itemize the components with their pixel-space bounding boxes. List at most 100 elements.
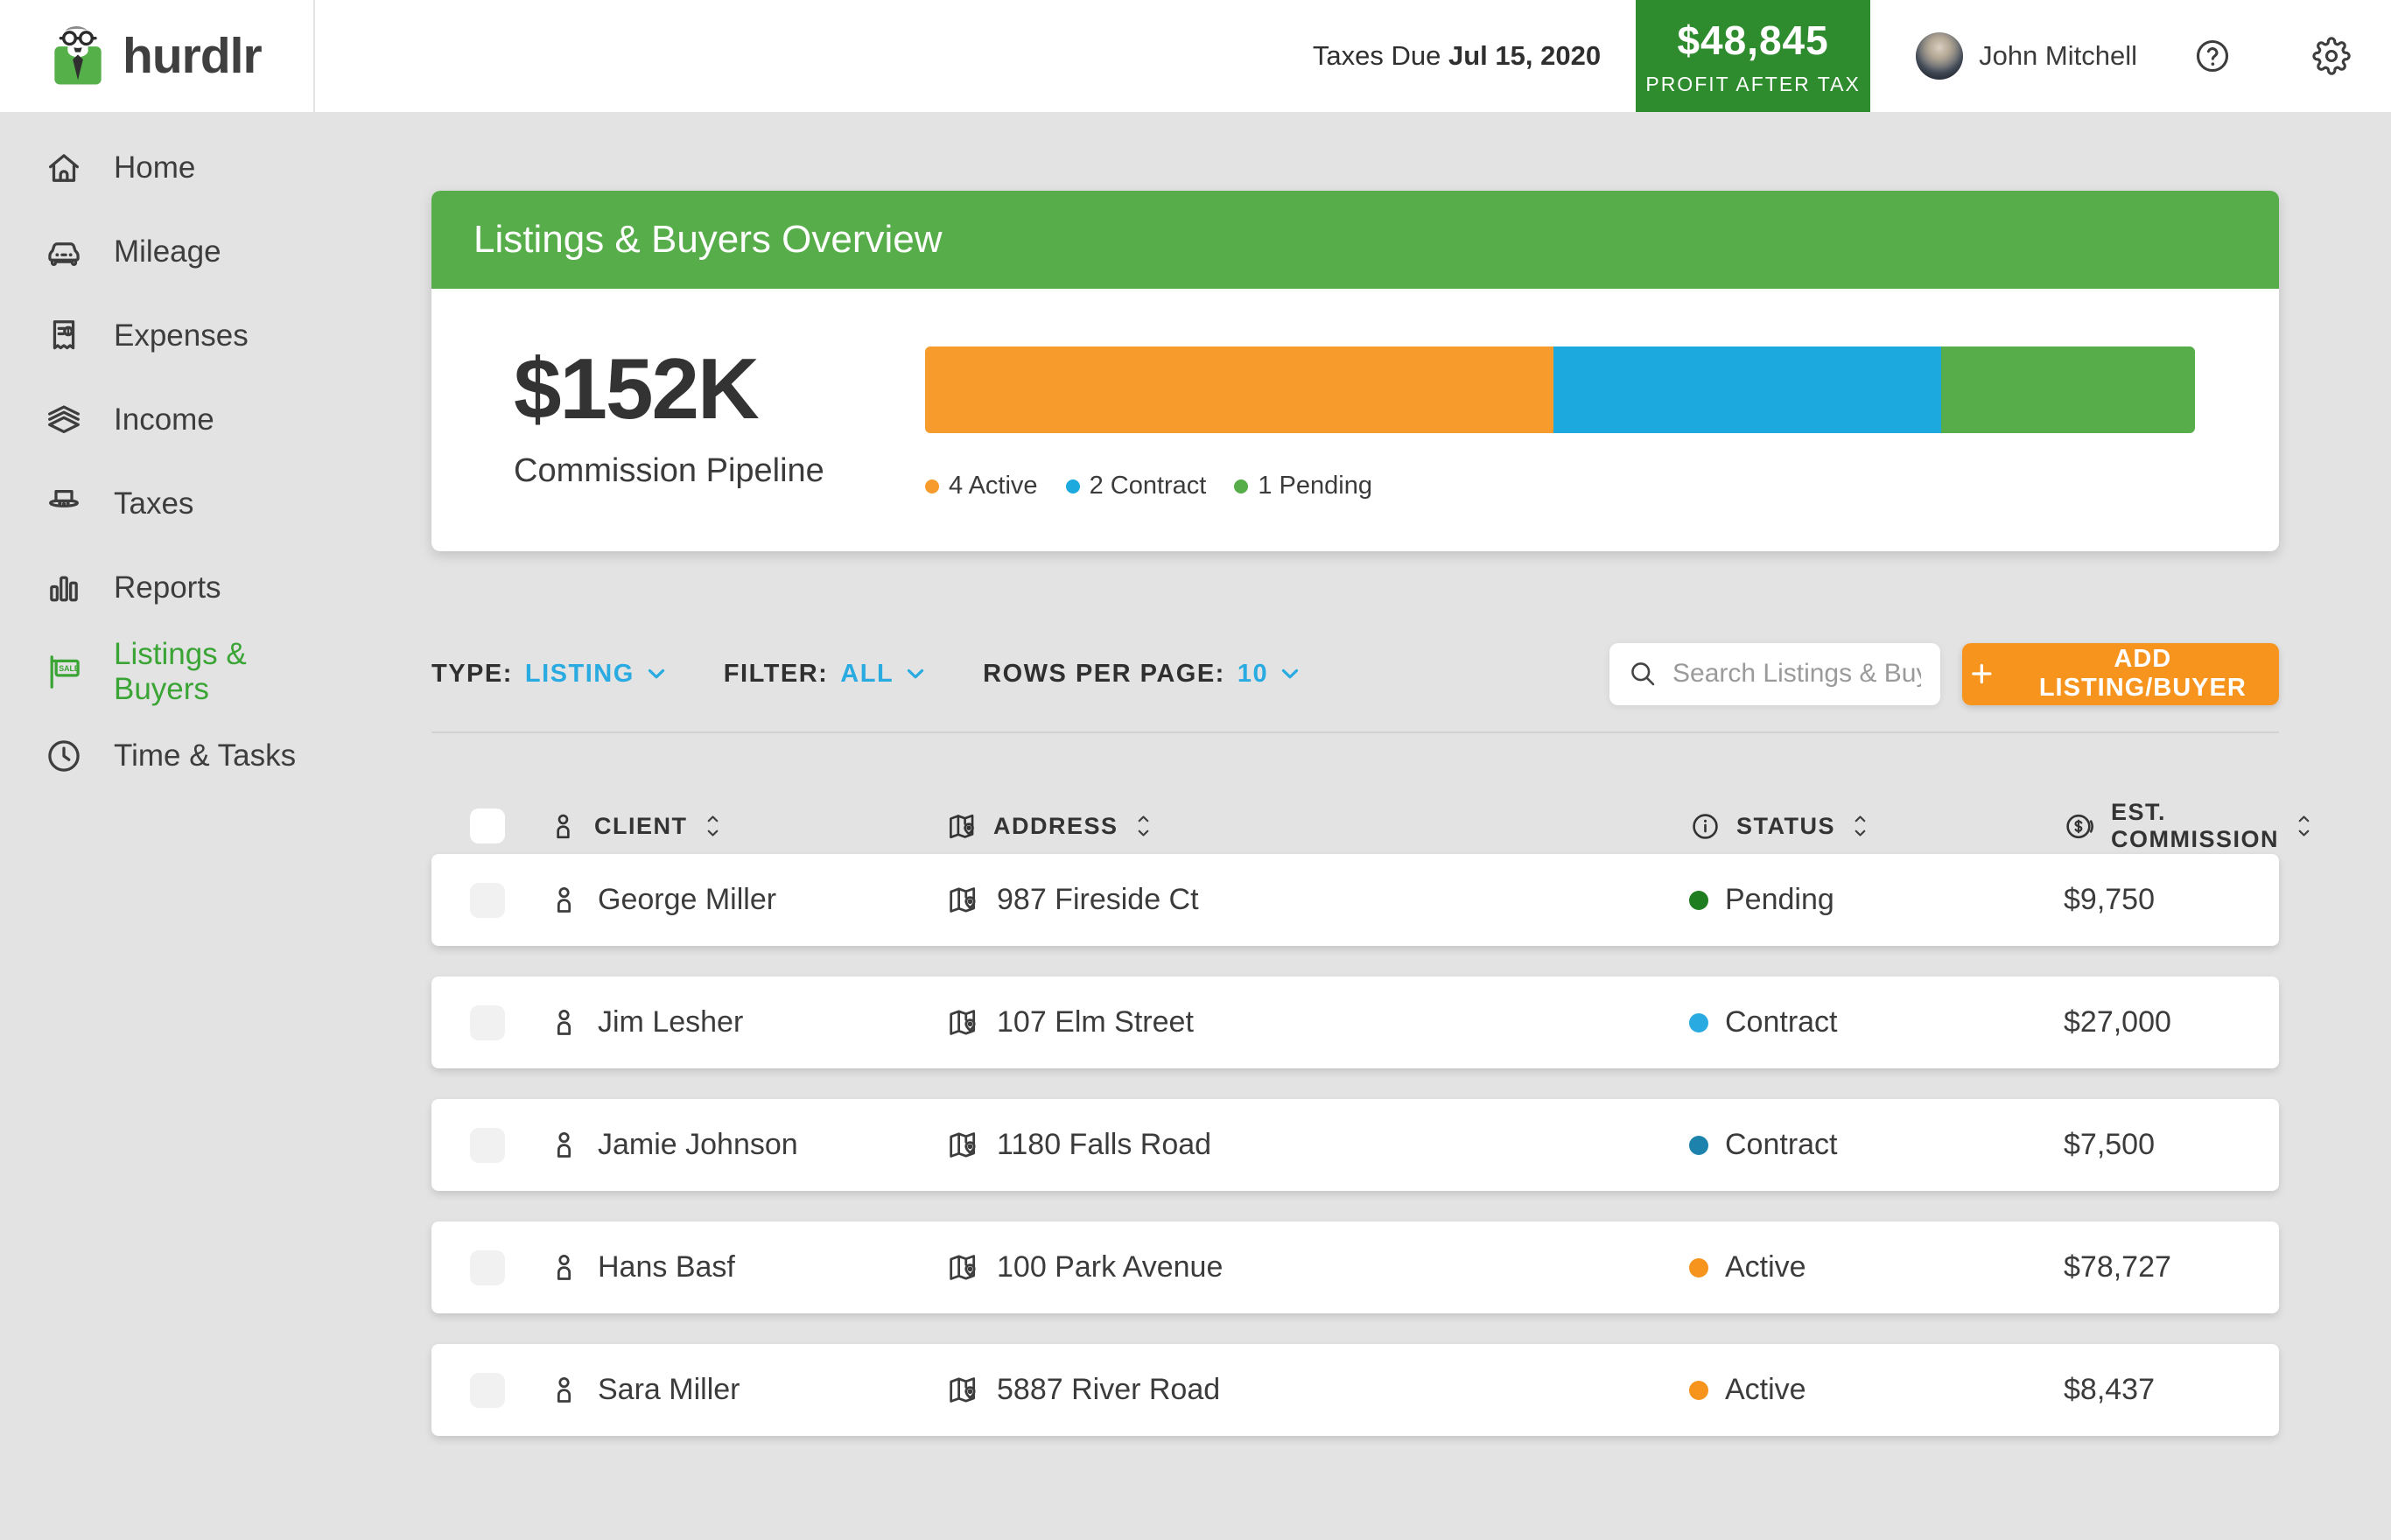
table-body: George Miller 987 Fireside Ct Pending $9… bbox=[431, 854, 2279, 1436]
table-row[interactable]: Sara Miller 5887 River Road Active $8,43… bbox=[431, 1344, 2279, 1436]
commission-cell: $9,750 bbox=[2064, 883, 2282, 917]
status-dot bbox=[1689, 1013, 1708, 1032]
column-header-address[interactable]: ADDRESS bbox=[946, 810, 1689, 843]
map-pin-icon bbox=[946, 1250, 980, 1284]
taxes-due-text: Taxes Due Jul 15, 2020 bbox=[1313, 40, 1601, 72]
brand-logo[interactable]: hurdlr bbox=[0, 0, 315, 112]
status-filter-dropdown[interactable]: ALL bbox=[840, 660, 929, 689]
person-icon bbox=[547, 883, 581, 917]
pipeline-total-label: Commission Pipeline bbox=[514, 452, 925, 490]
table-row[interactable]: George Miller 987 Fireside Ct Pending $9… bbox=[431, 854, 2279, 946]
column-header-commission[interactable]: EST. COMMISSION bbox=[2064, 799, 2391, 853]
row-checkbox[interactable] bbox=[470, 1250, 505, 1285]
svg-text:SALE: SALE bbox=[59, 664, 80, 673]
pipeline-legend: 4 Active 2 Contract 1 Pending bbox=[925, 472, 2195, 500]
column-header-client[interactable]: CLIENT bbox=[547, 810, 946, 843]
sidebar-item-time-tasks[interactable]: Time & Tasks bbox=[0, 714, 315, 798]
profit-amount: $48,845 bbox=[1677, 17, 1828, 64]
table-row[interactable]: Hans Basf 100 Park Avenue Active $78,727 bbox=[431, 1222, 2279, 1313]
person-icon bbox=[547, 810, 579, 843]
hurdlr-logo-icon bbox=[46, 21, 110, 91]
client-cell: Jamie Johnson bbox=[547, 1128, 946, 1162]
sort-icon[interactable] bbox=[2294, 811, 2314, 841]
commission-cell: $7,500 bbox=[2064, 1128, 2282, 1162]
row-checkbox[interactable] bbox=[470, 1005, 505, 1040]
receipt-icon bbox=[44, 316, 84, 356]
info-icon bbox=[1689, 810, 1721, 843]
map-pin-icon bbox=[946, 810, 978, 843]
map-pin-icon bbox=[946, 1373, 980, 1407]
sidebar-item-reports[interactable]: Reports bbox=[0, 546, 315, 630]
listings-toolbar: TYPE: LISTING FILTER: ALL ROWS PER PAGE:… bbox=[431, 639, 2279, 709]
address-cell: 987 Fireside Ct bbox=[946, 883, 1689, 917]
map-pin-icon bbox=[946, 1005, 980, 1040]
commission-pipeline-bar bbox=[925, 346, 2195, 433]
map-pin-icon bbox=[946, 883, 980, 917]
row-checkbox[interactable] bbox=[470, 1128, 505, 1163]
select-all-checkbox[interactable] bbox=[470, 808, 505, 844]
help-icon[interactable] bbox=[2193, 37, 2232, 75]
user-avatar[interactable] bbox=[1916, 32, 1963, 80]
person-icon bbox=[547, 1373, 581, 1407]
search-input[interactable] bbox=[1671, 658, 1923, 690]
type-filter-dropdown[interactable]: LISTING bbox=[525, 660, 670, 689]
status-cell: Contract bbox=[1689, 1128, 2064, 1162]
add-listing-buyer-button[interactable]: ADD LISTING/BUYER bbox=[1962, 643, 2279, 705]
commission-cell: $8,437 bbox=[2064, 1373, 2282, 1407]
client-cell: Hans Basf bbox=[547, 1250, 946, 1284]
sidebar: Home Mileage Expenses Income Taxes Repor… bbox=[0, 112, 315, 798]
sidebar-item-income[interactable]: Income bbox=[0, 378, 315, 462]
top-bar: hurdlr Taxes Due Jul 15, 2020 $48,845 PR… bbox=[0, 0, 2391, 112]
plus-icon bbox=[1967, 659, 1996, 689]
sidebar-item-listings-buyers[interactable]: SALE Listings & Buyers bbox=[0, 630, 315, 714]
client-cell: George Miller bbox=[547, 883, 946, 917]
gear-icon[interactable] bbox=[2312, 37, 2351, 75]
status-cell: Pending bbox=[1689, 883, 2064, 917]
status-dot bbox=[1689, 1136, 1708, 1155]
toolbar-right: ADD LISTING/BUYER bbox=[1609, 643, 2279, 705]
legend-item-active: 4 Active bbox=[925, 472, 1038, 500]
status-cell: Active bbox=[1689, 1373, 2064, 1407]
rows-per-page-dropdown[interactable]: 10 bbox=[1238, 660, 1303, 689]
person-icon bbox=[547, 1250, 581, 1284]
bar-segment-active bbox=[925, 346, 1553, 433]
table-header: CLIENT ADDRESS STATUS bbox=[431, 798, 2279, 854]
status-cell: Active bbox=[1689, 1250, 2064, 1284]
overview-card: Listings & Buyers Overview $152K Commiss… bbox=[431, 191, 2279, 551]
sidebar-item-home[interactable]: Home bbox=[0, 126, 315, 210]
sidebar-item-expenses[interactable]: Expenses bbox=[0, 294, 315, 378]
address-cell: 107 Elm Street bbox=[946, 1005, 1689, 1040]
table-row[interactable]: Jim Lesher 107 Elm Street Contract $27,0… bbox=[431, 976, 2279, 1068]
sidebar-item-mileage[interactable]: Mileage bbox=[0, 210, 315, 294]
column-header-status[interactable]: STATUS bbox=[1689, 810, 2064, 843]
chevron-down-icon bbox=[643, 661, 670, 687]
rows-per-page-filter: ROWS PER PAGE: 10 bbox=[983, 660, 1303, 689]
legend-item-pending: 1 Pending bbox=[1234, 472, 1372, 500]
overview-card-header: Listings & Buyers Overview bbox=[431, 191, 2279, 289]
pipeline-chart: 4 Active 2 Contract 1 Pending bbox=[925, 289, 2195, 500]
status-dot bbox=[1689, 891, 1708, 910]
sort-icon[interactable] bbox=[703, 811, 723, 841]
map-pin-icon bbox=[946, 1128, 980, 1162]
table-row[interactable]: Jamie Johnson 1180 Falls Road Contract $… bbox=[431, 1099, 2279, 1191]
profit-after-tax-box[interactable]: $48,845 PROFIT AFTER TAX bbox=[1636, 0, 1870, 112]
profit-label: PROFIT AFTER TAX bbox=[1645, 73, 1860, 96]
pipeline-stat: $152K Commission Pipeline bbox=[514, 289, 925, 500]
commission-cell: $27,000 bbox=[2064, 1005, 2299, 1040]
sidebar-item-taxes[interactable]: Taxes bbox=[0, 462, 315, 546]
bar-segment-pending bbox=[1941, 346, 2195, 433]
status-cell: Contract bbox=[1689, 1005, 2064, 1040]
user-name[interactable]: John Mitchell bbox=[1979, 40, 2137, 72]
chevron-down-icon bbox=[1277, 661, 1303, 687]
taxes-due-date: Jul 15, 2020 bbox=[1448, 40, 1601, 71]
row-checkbox[interactable] bbox=[470, 883, 505, 918]
address-cell: 100 Park Avenue bbox=[946, 1250, 1689, 1284]
client-cell: Jim Lesher bbox=[547, 1005, 946, 1040]
address-cell: 5887 River Road bbox=[946, 1373, 1689, 1407]
sort-icon[interactable] bbox=[1133, 811, 1153, 841]
car-icon bbox=[44, 232, 84, 272]
brand-name: hurdlr bbox=[123, 27, 262, 85]
sort-icon[interactable] bbox=[1850, 811, 1870, 841]
row-checkbox[interactable] bbox=[470, 1373, 505, 1408]
search-icon bbox=[1627, 658, 1658, 690]
